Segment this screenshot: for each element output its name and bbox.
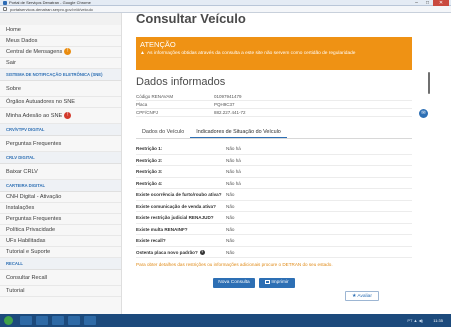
sidebar-item-perguntas-carteira[interactable]: Perguntas Frequentes [0, 214, 121, 225]
table-row: Restrição 2: Não há [136, 155, 412, 166]
sidebar-section-crlv: CRLV DIGITAL [0, 152, 121, 164]
favicon-icon [3, 1, 7, 5]
table-row: Restrição 3: Não há [136, 166, 412, 178]
table-row: Ostenta placa novo padrão?? Não [136, 247, 412, 258]
scrollbar-thumb[interactable] [428, 72, 430, 94]
table-row: Placa PQH9C37 [136, 101, 412, 109]
alert-badge-icon: ! [64, 48, 72, 56]
taskbar-app-icon[interactable] [68, 316, 80, 325]
table-row: Existe comunicação de venda ativa? Não [136, 201, 412, 212]
sidebar-item-central-mensagens[interactable]: Central de Mensagens! [0, 47, 121, 58]
sidebar-section-recall: RECALL [0, 258, 121, 270]
sidebar-section-crv: CRV/VTPV DIGITAL [0, 124, 121, 136]
sidebar-item-meus-dados[interactable]: Meus Dados [0, 36, 121, 47]
table-row: Existe recall? Não [136, 235, 412, 247]
alert-badge-icon: ! [64, 112, 72, 120]
chat-icon[interactable]: ✉ [419, 109, 428, 118]
results-table: Restrição 1: Não há Restrição 2: Não há Re… [136, 143, 412, 258]
sidebar-item-politica-privacidade[interactable]: Política Privacidade [0, 225, 121, 236]
sidebar-section-sne: SISTEMA DE NOTIFICAÇÃO ELETRÔNICA (SNE) [0, 69, 121, 81]
warning-message: As informações obtidas através da consul… [146, 51, 356, 56]
warning-heading: ATENÇÃO [140, 40, 176, 49]
right-gutter [430, 13, 451, 314]
sidebar-item-home[interactable]: Home [0, 25, 121, 36]
sidebar-item-sobre[interactable]: Sobre [0, 81, 121, 97]
table-row: Restrição 4: Não há [136, 178, 412, 189]
table-row: Existe multa RENAINF? Não [136, 224, 412, 235]
warning-icon: ▲ [140, 50, 145, 56]
print-button[interactable]: Imprimir [259, 278, 295, 288]
url-text[interactable]: portalservicos.denatran.serpro.gov.br/#/… [10, 6, 93, 13]
taskbar: PT ▲ ◀) 11:35 [0, 314, 451, 327]
sidebar-item-minha-adesao[interactable]: Minha Adesão ao SNE! [0, 108, 121, 124]
sidebar-item-sair[interactable]: Sair [0, 58, 121, 69]
taskbar-app-icon[interactable] [36, 316, 48, 325]
printer-icon [265, 279, 271, 284]
rate-button[interactable]: ★Avaliar [345, 291, 379, 301]
sidebar-item-ufs-habilitadas[interactable]: UFs Habilitadas [0, 236, 121, 247]
sidebar-item-consultar-recall[interactable]: Consultar Recall [0, 270, 121, 286]
sidebar-item-cnh-ativacao[interactable]: CNH Digital - Ativação [0, 192, 121, 203]
warning-banner: ATENÇÃO ▲ As informações obtidas através … [136, 37, 412, 70]
sidebar-item-tutorial-suporte[interactable]: Tutorial e Suporte [0, 247, 121, 258]
sidebar-item-instalacoes[interactable]: Instalações [0, 203, 121, 214]
taskbar-app-icon[interactable] [20, 316, 32, 325]
sidebar-item-baixar-crlv[interactable]: Baixar CRLV [0, 164, 121, 180]
taskbar-app-icon[interactable] [52, 316, 64, 325]
tab-bar: Dados do Veículo Indicadores de Situação… [136, 126, 412, 139]
lock-icon [3, 7, 7, 11]
help-icon[interactable]: ? [199, 249, 205, 255]
sidebar-item-orgaos-autuadores[interactable]: Órgãos Autuadores no SNE [0, 97, 121, 108]
system-tray[interactable]: PT ▲ ◀) [407, 318, 423, 323]
star-icon: ★ [352, 294, 357, 299]
start-button[interactable] [4, 316, 13, 325]
main-content: Consultar Veículo ATENÇÃO ▲ As informaçõe… [122, 13, 430, 314]
sidebar-section-carteira: CARTEIRA DIGITAL [0, 180, 121, 192]
table-row: Existe ocorrência de furto/roubo ativa? N… [136, 189, 412, 201]
tab-indicadores-situacao[interactable]: Indicadores de Situação do Veículo [190, 126, 287, 138]
sidebar-item-perguntas-crv[interactable]: Perguntas Frequentes [0, 136, 121, 152]
table-row: Existe restrição judicial RENAJUD? Não [136, 212, 412, 224]
sidebar-header-cut [0, 13, 121, 25]
info-table: Código RENAVAM 01097941479 Placa PQH9C37 C… [136, 93, 412, 117]
table-row: Código RENAVAM 01097941479 [136, 93, 412, 101]
screen: Portal de Serviços Denatran - Google Chr… [0, 0, 451, 327]
taskbar-clock: 11:35 [433, 318, 443, 323]
info-note: Para obter detalhes das restrições ou in… [136, 262, 333, 267]
tab-dados-veiculo[interactable]: Dados do Veículo [136, 126, 190, 138]
new-query-button[interactable]: Nova Consulta [213, 278, 255, 288]
sidebar-item-tutorial-recall[interactable]: Tutorial [0, 286, 121, 297]
address-bar[interactable]: portalservicos.denatran.serpro.gov.br/#/… [0, 6, 451, 13]
table-row: Restrição 1: Não há [136, 143, 412, 155]
sidebar: Home Meus Dados Central de Mensagens! Sa… [0, 13, 122, 314]
page-title: Consultar Veículo [136, 13, 246, 26]
section-title: Dados informados [136, 76, 226, 88]
table-row: CPF/CNPJ 882.227.441-72 [136, 109, 412, 117]
taskbar-app-icon[interactable] [84, 316, 96, 325]
